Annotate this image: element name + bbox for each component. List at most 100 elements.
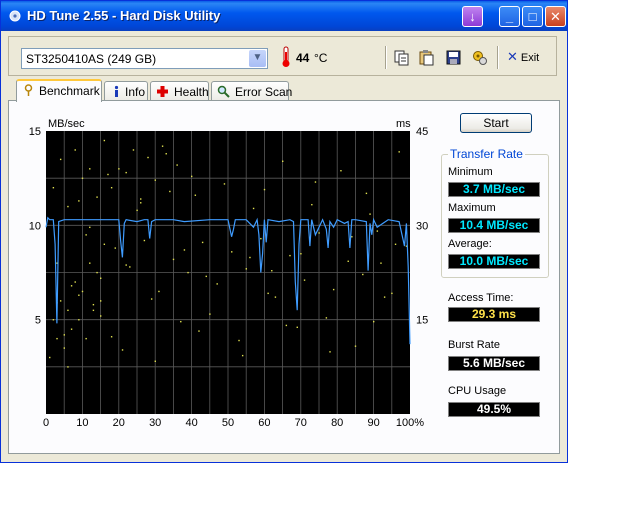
cpu-usage-label: CPU Usage bbox=[448, 385, 507, 397]
maximum-label: Maximum bbox=[448, 202, 496, 214]
access-time-point bbox=[125, 264, 127, 266]
access-time-point bbox=[231, 251, 233, 253]
access-time-point bbox=[129, 266, 131, 268]
access-time-point bbox=[85, 234, 87, 236]
options-icon[interactable] bbox=[471, 49, 488, 66]
access-time-point bbox=[201, 241, 204, 244]
access-time-point bbox=[89, 168, 91, 170]
grid bbox=[46, 131, 410, 414]
start-button[interactable]: Start bbox=[460, 113, 532, 133]
access-time-point bbox=[110, 336, 113, 338]
x-tick-label: 100% bbox=[396, 417, 424, 429]
access-time-point bbox=[209, 313, 211, 315]
access-time-point bbox=[74, 281, 76, 283]
transfer-rate-title: Transfer Rate bbox=[448, 147, 525, 161]
access-time-point bbox=[205, 275, 207, 278]
access-time-point bbox=[354, 345, 357, 347]
exit-x-icon: ✕ bbox=[507, 49, 518, 64]
left-tick-label: 10 bbox=[29, 220, 41, 232]
access-time-point bbox=[132, 149, 135, 151]
maximum-value: 10.4 MB/sec bbox=[448, 218, 540, 233]
access-time-point bbox=[252, 207, 255, 210]
access-time-point bbox=[172, 258, 175, 261]
access-time-point bbox=[169, 190, 171, 193]
access-time-point bbox=[140, 202, 142, 204]
access-time-point bbox=[92, 303, 95, 306]
access-time-point bbox=[63, 347, 65, 349]
exit-label: Exit bbox=[520, 52, 540, 64]
access-time-point bbox=[180, 320, 182, 323]
access-time-point bbox=[311, 203, 313, 206]
access-time-point bbox=[391, 292, 393, 295]
tab-benchmark[interactable]: Benchmark bbox=[16, 79, 102, 102]
access-time-point bbox=[318, 232, 320, 234]
access-time-point bbox=[216, 283, 218, 285]
average-value: 10.0 MB/sec bbox=[448, 254, 540, 269]
tab-label: Benchmark bbox=[39, 84, 100, 98]
access-time-point bbox=[52, 187, 55, 189]
access-time-point bbox=[158, 290, 160, 293]
benchmark-graph: MB/sec ms 15 10 5 45 30 15 0 10 20 30 40 50 60 70 80 90… bbox=[29, 118, 429, 429]
access-time-point bbox=[332, 288, 335, 291]
x-tick-label: 30 bbox=[149, 417, 161, 429]
access-time-point bbox=[154, 360, 156, 362]
access-time-point bbox=[383, 296, 386, 298]
benchmark-icon bbox=[24, 84, 33, 96]
access-time-point bbox=[100, 300, 102, 302]
access-time-point bbox=[303, 279, 306, 281]
close-button[interactable]: ✕ bbox=[545, 6, 566, 27]
download-button[interactable]: ↓ bbox=[462, 6, 483, 27]
exit-button[interactable]: ✕ Exit bbox=[507, 49, 539, 65]
access-time-point bbox=[59, 300, 62, 302]
access-time-label: Access Time: bbox=[448, 292, 514, 304]
access-time-point bbox=[165, 153, 167, 155]
access-time-point bbox=[245, 268, 247, 270]
access-time-point bbox=[89, 262, 91, 264]
x-tick-label: 60 bbox=[258, 417, 270, 429]
access-time-point bbox=[362, 273, 364, 276]
access-time-point bbox=[394, 243, 397, 245]
left-tick-label: 5 bbox=[35, 315, 41, 327]
access-time-point bbox=[329, 351, 331, 353]
access-time-point bbox=[147, 156, 149, 159]
access-time-point bbox=[103, 139, 106, 142]
access-time-point bbox=[267, 292, 269, 295]
access-time-point bbox=[154, 179, 156, 181]
access-time-point bbox=[136, 209, 138, 212]
access-time-point bbox=[194, 194, 197, 196]
access-time-point bbox=[67, 205, 69, 208]
x-tick-label: 90 bbox=[367, 417, 379, 429]
x-tick-label: 70 bbox=[295, 417, 307, 429]
access-time-point bbox=[340, 170, 342, 172]
left-tick-label: 15 bbox=[29, 126, 41, 138]
access-time-point bbox=[351, 236, 353, 238]
right-unit-label: ms bbox=[396, 118, 411, 130]
access-time-point bbox=[125, 171, 127, 174]
x-tick-label: 0 bbox=[43, 417, 49, 429]
access-time-point bbox=[110, 187, 113, 189]
access-time-point bbox=[89, 226, 91, 229]
x-tick-label: 80 bbox=[331, 417, 343, 429]
access-time-point bbox=[398, 151, 400, 153]
access-time-point bbox=[74, 149, 76, 151]
access-time-point bbox=[347, 260, 349, 262]
access-time-point bbox=[289, 254, 291, 257]
burst-rate-label: Burst Rate bbox=[448, 339, 500, 351]
access-time-point bbox=[325, 317, 328, 319]
access-time-point bbox=[300, 253, 302, 255]
minimize-button[interactable]: _ bbox=[499, 6, 520, 27]
right-tick-label: 30 bbox=[416, 220, 428, 232]
right-tick-label: 45 bbox=[416, 126, 428, 138]
access-time-point bbox=[70, 285, 73, 287]
access-time-point bbox=[183, 249, 186, 251]
access-time-point bbox=[56, 337, 58, 340]
access-time-point bbox=[314, 181, 317, 183]
maximize-button[interactable]: □ bbox=[522, 6, 543, 27]
access-time-point bbox=[296, 326, 298, 329]
access-time-point bbox=[63, 334, 65, 336]
access-time-point bbox=[285, 324, 288, 327]
save-icon[interactable] bbox=[445, 49, 462, 66]
access-time-point bbox=[249, 256, 251, 259]
access-time-point bbox=[78, 294, 80, 296]
access-time-point bbox=[238, 339, 240, 342]
